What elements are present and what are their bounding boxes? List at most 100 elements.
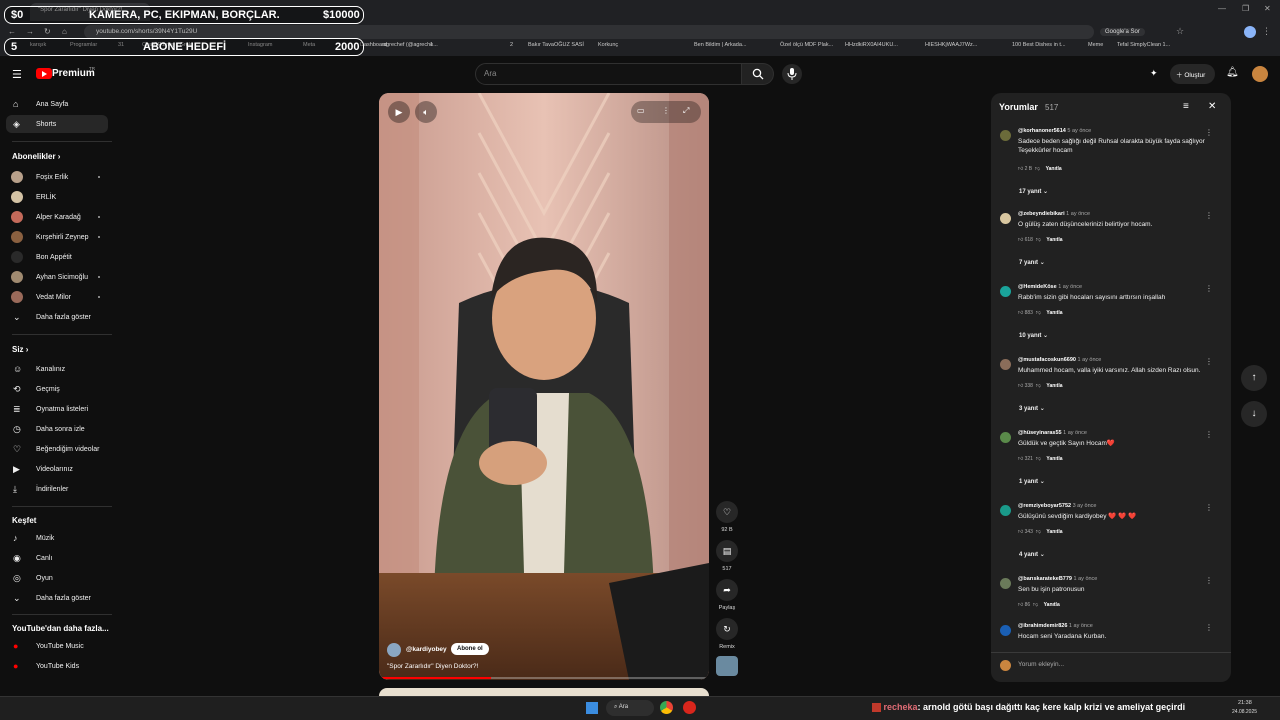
sidebar-item-you[interactable]: ≣ Oynatma listeleri (6, 400, 108, 418)
view-replies-button[interactable]: 17 yanıt ⌄ (1019, 188, 1048, 195)
sidebar-item-you[interactable]: ♡ Beğendiğim videolar (6, 440, 108, 458)
sidebar-item-subscription[interactable]: Bon Appétit (6, 248, 108, 266)
sidebar-item-you[interactable]: ☺ Kanalınız (6, 360, 108, 378)
thumb-up-icon[interactable]: 👍︎ (1018, 383, 1023, 389)
captions-icon[interactable]: ▭ (637, 106, 645, 115)
home-browser-icon[interactable]: ⌂ (62, 27, 67, 36)
comment-menu-icon[interactable]: ⋮ (1205, 211, 1213, 220)
reply-button[interactable]: Yanıtla (1046, 310, 1062, 316)
thumb-up-icon[interactable]: 👍︎ (1018, 166, 1023, 172)
thumb-down-icon[interactable]: 👎︎ (1036, 383, 1041, 389)
maximize-icon[interactable]: ❐ (1242, 4, 1249, 13)
bookmark-item[interactable]: 2 (510, 42, 513, 55)
comment-author[interactable]: @korhanoner5614 5 ay önce (1018, 128, 1091, 134)
app-icon[interactable] (683, 701, 696, 714)
comment-author[interactable]: @HemideKöse 1 ay önce (1018, 284, 1082, 290)
view-replies-button[interactable]: 7 yanıt ⌄ (1019, 259, 1045, 266)
forward-icon[interactable]: → (26, 27, 34, 36)
add-comment-input[interactable]: Yorum ekleyin... (1018, 661, 1064, 668)
sidebar-item-you[interactable]: ◷ Daha sonra izle (6, 420, 108, 438)
sound-thumbnail[interactable] (716, 656, 738, 676)
commenter-avatar[interactable] (1000, 578, 1011, 589)
comment-menu-icon[interactable]: ⋮ (1205, 576, 1213, 585)
comment-menu-icon[interactable]: ⋮ (1205, 284, 1213, 293)
view-replies-button[interactable]: 3 yanıt ⌄ (1019, 405, 1045, 412)
bookmark-item[interactable]: Meme (1088, 42, 1103, 55)
shorts-video-player[interactable]: ▶ 🔈︎ ▭ ⋮ ⤢ @kardiyobey Abone ol "Spor Za… (379, 93, 709, 680)
sidebar-item-you[interactable]: ⤓ İndirilenler (6, 480, 108, 498)
account-avatar[interactable] (1252, 66, 1268, 82)
notifications-bell-icon[interactable]: 🔔︎ (1226, 67, 1239, 78)
minimize-icon[interactable]: — (1218, 4, 1226, 13)
cast-icon[interactable]: ✦ (1150, 68, 1158, 79)
close-window-icon[interactable]: ✕ (1264, 4, 1271, 13)
thumb-up-icon[interactable]: 👍︎ (1018, 456, 1023, 462)
thumb-up-icon[interactable]: 👍︎ (1018, 237, 1023, 243)
view-replies-button[interactable]: 1 yanıt ⌄ (1019, 478, 1045, 485)
bookmark-item[interactable]: Tefal SimplyClean 1... (1117, 42, 1170, 55)
subscribe-button[interactable]: Abone ol (451, 643, 489, 655)
thumb-down-icon[interactable]: 👎︎ (1035, 166, 1040, 172)
star-icon[interactable]: ☆ (1176, 26, 1184, 37)
sort-icon[interactable]: ≡ (1183, 101, 1189, 112)
bookmark-item[interactable]: OĞUZ SASİ (554, 42, 584, 55)
menu-dots-icon[interactable]: ⋮ (1262, 26, 1271, 37)
sidebar-item-explore[interactable]: ◎ Oyun (6, 569, 108, 587)
search-input[interactable]: Ara (475, 63, 742, 85)
voice-search-button[interactable] (782, 64, 802, 84)
bookmark-item[interactable]: 100 Best Dishes in t... (1012, 42, 1066, 55)
share-button[interactable]: ➦ (716, 579, 738, 601)
commenter-avatar[interactable] (1000, 505, 1011, 516)
show-more-subscriptions[interactable]: ⌄ Daha fazla göster (6, 308, 108, 326)
bookmark-item[interactable]: HIESHKjWAAJ7Wz... (925, 42, 977, 55)
comments-button[interactable]: ▤ (716, 540, 738, 562)
explore-heading[interactable]: Keşfet (12, 516, 36, 525)
next-short-button[interactable]: ↓ (1241, 401, 1267, 427)
reply-button[interactable]: Yanıtla (1046, 237, 1062, 243)
channel-name[interactable]: @kardiyobey (406, 646, 447, 653)
sidebar-item-subscription[interactable]: Alper Karadağ (6, 208, 108, 226)
commenter-avatar[interactable] (1000, 625, 1011, 636)
fullscreen-icon[interactable]: ⤢ (683, 106, 689, 116)
reply-button[interactable]: Yanıtla (1046, 529, 1062, 535)
like-button[interactable]: ♡ (716, 501, 738, 523)
windows-start-icon[interactable] (586, 702, 598, 714)
comment-author[interactable]: @ibrahimdemir826 1 ay önce (1018, 623, 1093, 629)
close-comments-icon[interactable]: ✕ (1208, 101, 1216, 112)
show-more-explore[interactable]: ⌄ Daha fazla göster (6, 589, 108, 607)
comment-author[interactable]: @hüseyinaras55 1 ay önce (1018, 430, 1087, 436)
you-heading[interactable]: Siz › (12, 345, 28, 354)
thumb-up-icon[interactable]: 👍︎ (1018, 529, 1023, 535)
comment-author[interactable]: @remziyeboyar5752 3 ay önce (1018, 503, 1096, 509)
sidebar-item-shorts[interactable]: ◈ Shorts (6, 115, 108, 133)
google-ask-button[interactable]: Google'a Sor (1100, 28, 1145, 36)
commenter-avatar[interactable] (1000, 286, 1011, 297)
commenter-avatar[interactable] (1000, 130, 1011, 141)
thumb-down-icon[interactable]: 👎︎ (1033, 602, 1038, 608)
bookmark-item[interactable]: Bakır Tava (528, 42, 554, 55)
commenter-avatar[interactable] (1000, 213, 1011, 224)
sidebar-item-more[interactable]: ● YouTube Kids (6, 657, 108, 675)
sidebar-item-home[interactable]: ⌂ Ana Sayfa (6, 95, 108, 113)
previous-short-button[interactable]: ↑ (1241, 365, 1267, 391)
reply-button[interactable]: Yanıtla (1046, 166, 1062, 172)
sidebar-item-more[interactable]: ● YouTube Music (6, 637, 108, 655)
bookmark-item[interactable]: 1 (430, 42, 433, 55)
comment-author[interactable]: @mustafacoskun6690 1 ay önce (1018, 357, 1101, 363)
sidebar-item-subscription[interactable]: ERLİK (6, 188, 108, 206)
more-from-youtube-heading[interactable]: YouTube'dan daha fazla... (12, 624, 109, 633)
more-options-icon[interactable]: ⋮ (662, 106, 670, 115)
comment-author[interactable]: @zebeyndiebikari 1 ay önce (1018, 211, 1090, 217)
bookmark-item[interactable]: HHzdkiRX0AI4UKU... (845, 42, 898, 55)
reply-button[interactable]: Yanıtla (1044, 602, 1060, 608)
sidebar-item-subscription[interactable]: Kırşehirli Zeynep (6, 228, 108, 246)
youtube-logo-icon[interactable] (36, 68, 52, 79)
sidebar-item-explore[interactable]: ♪ Müzik (6, 529, 108, 547)
chrome-icon[interactable] (660, 701, 673, 714)
bookmark-item[interactable]: Korkunç (598, 42, 618, 55)
reload-icon[interactable]: ↻ (44, 27, 51, 36)
remix-button[interactable]: ↻ (716, 618, 738, 640)
sidebar-item-you[interactable]: ▶ Videolarınız (6, 460, 108, 478)
comment-author[interactable]: @barıskaratekeB779 1 ay önce (1018, 576, 1097, 582)
profile-avatar[interactable] (1244, 26, 1256, 38)
